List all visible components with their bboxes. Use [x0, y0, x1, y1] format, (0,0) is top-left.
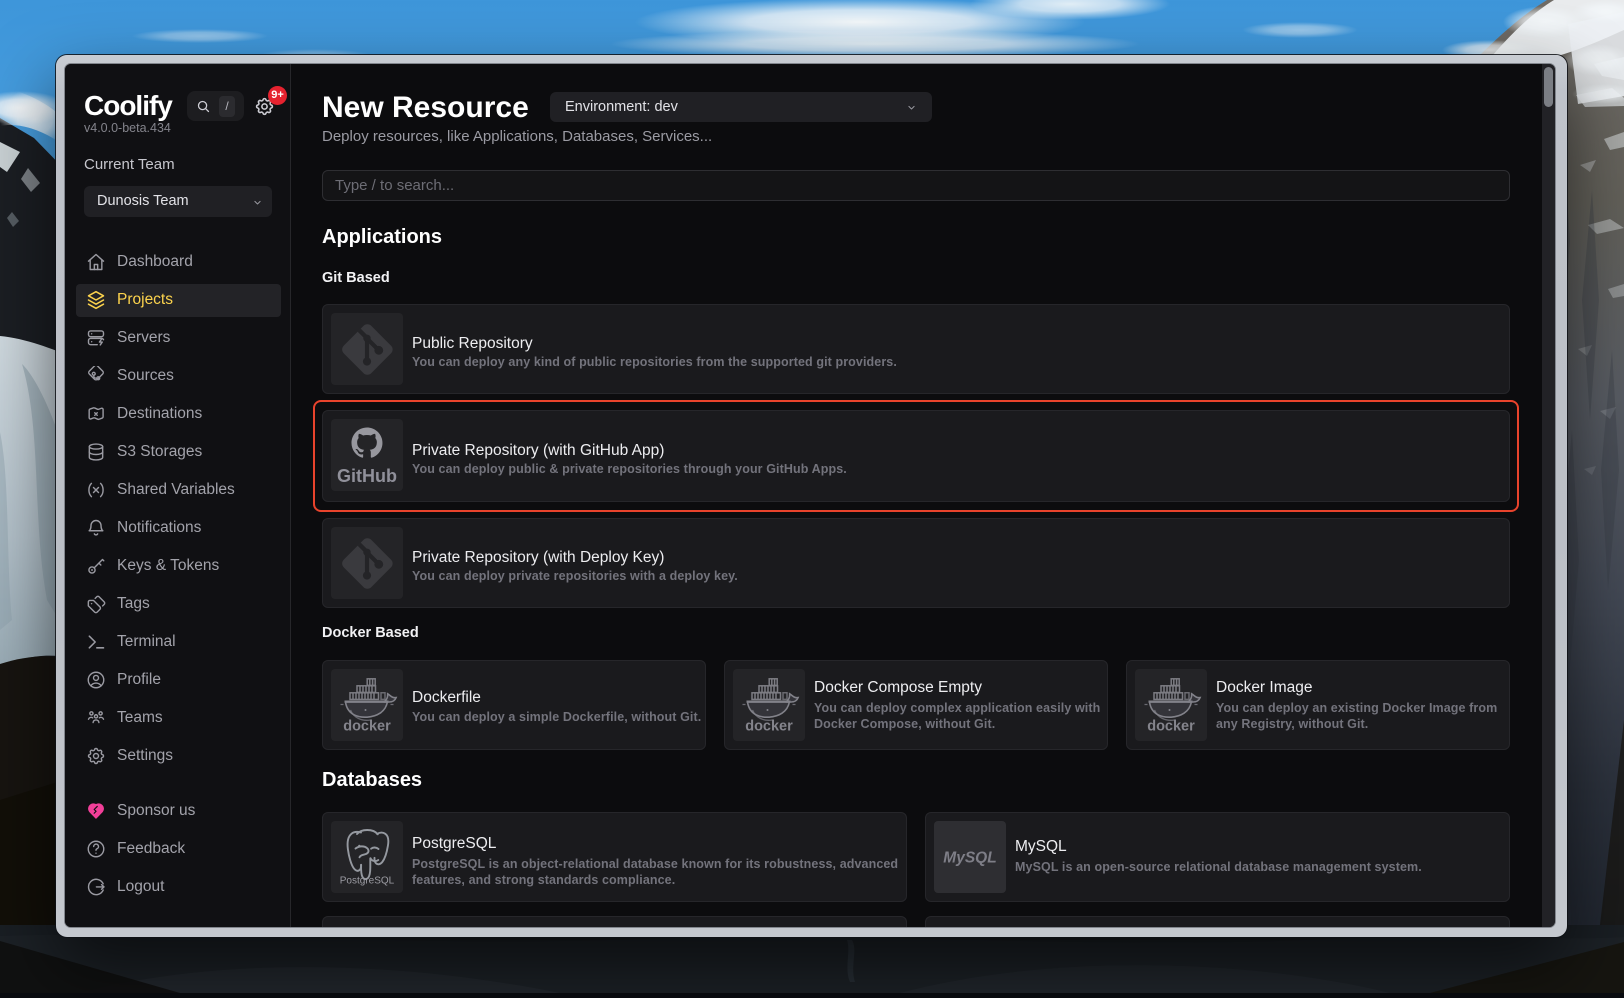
svg-text:MySQL: MySQL [943, 850, 996, 867]
svg-text:GitHub: GitHub [337, 466, 397, 486]
svg-text:docker: docker [1147, 719, 1195, 735]
svg-text:PostgreSQL: PostgreSQL [340, 876, 395, 887]
svg-text:docker: docker [745, 719, 793, 735]
svg-text:docker: docker [343, 719, 391, 735]
